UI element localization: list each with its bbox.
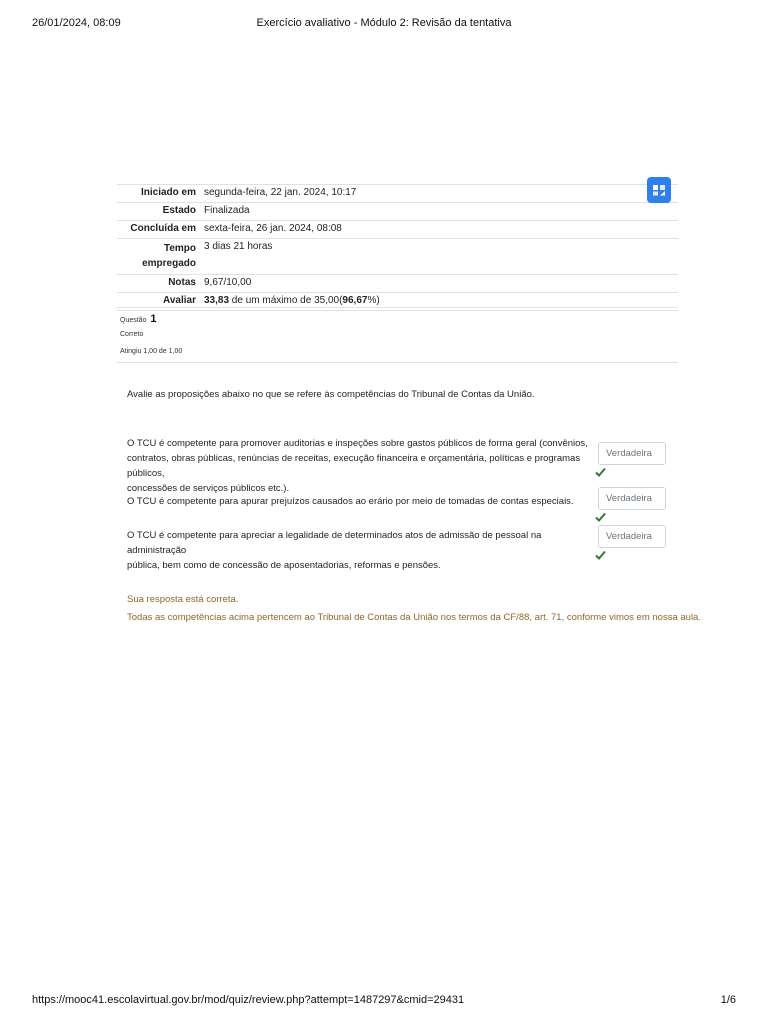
summary-label: Notas [168, 277, 196, 288]
feedback-correct: Sua resposta está correta. [127, 594, 239, 605]
question-label: Questão [120, 317, 147, 324]
print-page-title: Exercício avaliativo - Módulo 2: Revisão… [256, 17, 512, 29]
summary-label: Tempo empregado [117, 241, 204, 271]
summary-value: sexta-feira, 26 jan. 2024, 08:08 [204, 223, 342, 234]
quiz-navigation-button[interactable] [647, 177, 671, 203]
proposition-line: pública, bem como de concessão de aposen… [127, 560, 441, 571]
answer-select-1[interactable]: Verdadeira [598, 442, 666, 465]
proposition-2: O TCU é competente para apurar prejuízos… [127, 494, 597, 509]
quiz-navigation-icon [653, 185, 665, 196]
grade-middle: de um máximo de 35,00( [229, 295, 343, 306]
summary-value: 9,67/10,00 [204, 277, 252, 288]
question-grade: Atingiu 1,00 de 1,00 [120, 348, 183, 355]
proposition-3: O TCU é competente para apreciar a legal… [127, 528, 597, 573]
question-text: Avalie as proposições abaixo no que se r… [127, 389, 535, 400]
check-icon [595, 467, 606, 477]
question-info: Questão 1 Correto Atingiu 1,00 de 1,00 [117, 307, 678, 363]
summary-label-line: Tempo [163, 243, 196, 254]
proposition-1: O TCU é competente para promover auditor… [127, 436, 597, 496]
summary-row-completed: Concluída em sexta-feira, 26 jan. 2024, … [117, 220, 678, 238]
summary-row-started: Iniciado em segunda-feira, 22 jan. 2024,… [117, 184, 678, 202]
summary-label: Concluída em [130, 223, 196, 234]
summary-row-marks: Notas 9,67/10,00 [117, 274, 678, 292]
summary-value: Finalizada [204, 205, 250, 216]
proposition-line: O TCU é competente para apurar prejuízos… [127, 496, 574, 507]
summary-row-time-taken: Tempo empregado 3 dias 21 horas [117, 238, 678, 274]
summary-label: Iniciado em [140, 187, 196, 198]
print-page-number: 1/6 [720, 994, 736, 1006]
summary-value: segunda-feira, 22 jan. 2024, 10:17 [204, 187, 357, 198]
attempt-summary-table: Iniciado em segunda-feira, 22 jan. 2024,… [117, 184, 678, 311]
print-footer: https://mooc41.escolavirtual.gov.br/mod/… [32, 994, 736, 1008]
summary-value: 33,83 de um máximo de 35,00(96,67%) [204, 295, 678, 307]
print-url: https://mooc41.escolavirtual.gov.br/mod/… [32, 994, 465, 1006]
grade-suffix: %) [367, 295, 380, 306]
summary-label: Estado [162, 205, 196, 216]
proposition-line: contratos, obras públicas, renúncias de … [127, 453, 581, 479]
answer-select-3[interactable]: Verdadeira [598, 525, 666, 548]
summary-value: 3 dias 21 horas [204, 241, 273, 252]
summary-row-state: Estado Finalizada [117, 202, 678, 220]
summary-label: Avaliar [163, 295, 196, 306]
print-header: 26/01/2024, 08:09 Exercício avaliativo -… [32, 17, 736, 31]
check-icon [595, 512, 606, 522]
summary-label-line: empregado [142, 258, 196, 269]
grade-percent: 96,67 [342, 295, 368, 306]
question-number-value: 1 [150, 313, 157, 325]
question-number: Questão 1 [120, 313, 157, 325]
proposition-line: O TCU é competente para promover auditor… [127, 438, 588, 449]
proposition-line: O TCU é competente para apreciar a legal… [127, 530, 542, 556]
answer-select-2[interactable]: Verdadeira [598, 487, 666, 510]
question-state: Correto [120, 331, 144, 338]
check-icon [595, 550, 606, 560]
feedback-general: Todas as competências acima pertencem ao… [127, 612, 701, 623]
grade-score: 33,83 [204, 295, 230, 306]
